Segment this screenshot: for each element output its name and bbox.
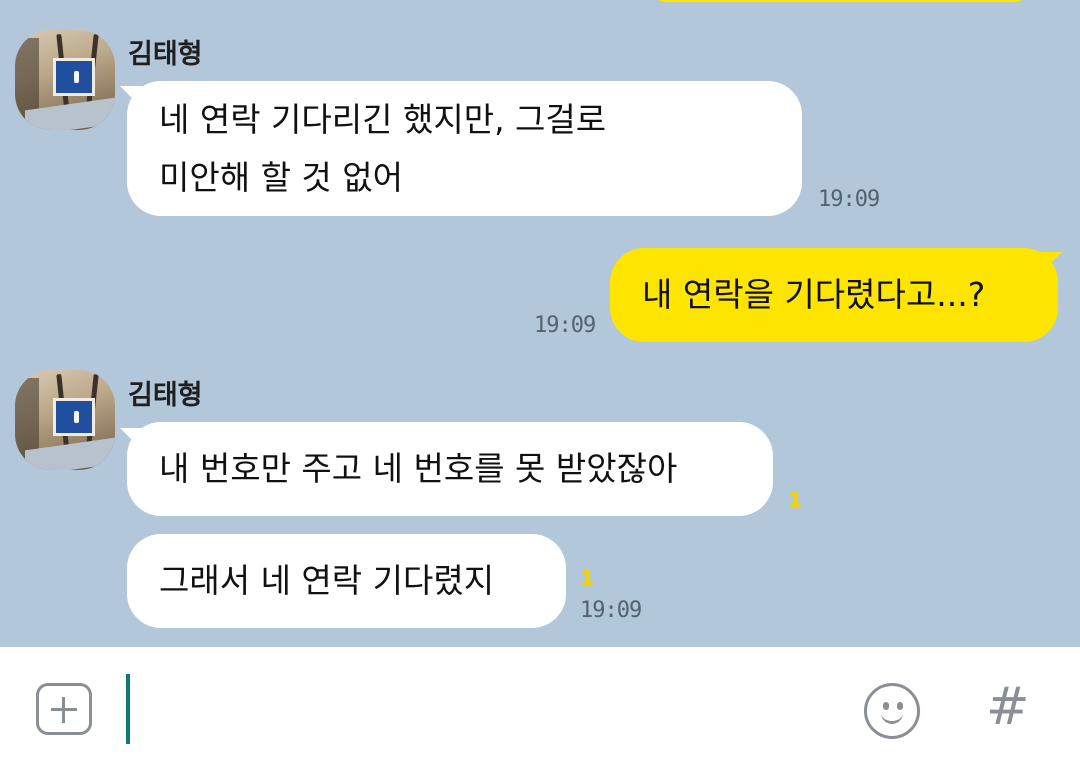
message-text: 내 번호만 주고 네 번호를 못 받았잖아 xyxy=(159,449,678,489)
message-time: 19:09 xyxy=(534,313,596,338)
message-time: 19:09 xyxy=(818,187,880,212)
message-input-bar: # xyxy=(0,647,1080,772)
message-bubble[interactable]: 내 번호만 주고 네 번호를 못 받았잖아 xyxy=(127,422,773,516)
message-bubble[interactable]: 그래서 네 연락 기다렸지 xyxy=(127,534,566,628)
message-text: 그래서 네 연락 기다렸지 xyxy=(159,561,495,601)
message-bubble[interactable]: 네 연락 기다리긴 했지만, 그걸로 미안해 할 것 없어 xyxy=(127,81,802,216)
sender-name: 김태형 xyxy=(128,380,203,411)
sender-name: 김태형 xyxy=(128,39,203,70)
emoji-icon[interactable] xyxy=(864,683,920,739)
message-text-line: 네 연락 기다리긴 했지만, 그걸로 xyxy=(159,99,607,139)
message-text: 내 연락을 기다렸다고...? xyxy=(642,275,986,315)
plus-icon[interactable] xyxy=(36,683,92,735)
avatar[interactable] xyxy=(15,30,115,130)
message-text-line: 미안해 할 것 없어 xyxy=(159,157,403,197)
unread-count: 1 xyxy=(580,566,594,590)
message-time: 19:09 xyxy=(580,598,642,623)
hash-icon[interactable]: # xyxy=(986,677,1030,737)
my-message-bubble[interactable]: 내 연락을 기다렸다고...? xyxy=(610,248,1058,342)
text-input-cursor[interactable] xyxy=(126,674,130,744)
bubble-tail xyxy=(1040,252,1062,274)
previous-message-bubble[interactable] xyxy=(650,0,1030,2)
unread-count: 1 xyxy=(788,488,802,512)
chat-area[interactable]: 김태형 네 연락 기다리긴 했지만, 그걸로 미안해 할 것 없어 19:09 … xyxy=(0,0,1080,647)
avatar[interactable] xyxy=(15,370,115,470)
